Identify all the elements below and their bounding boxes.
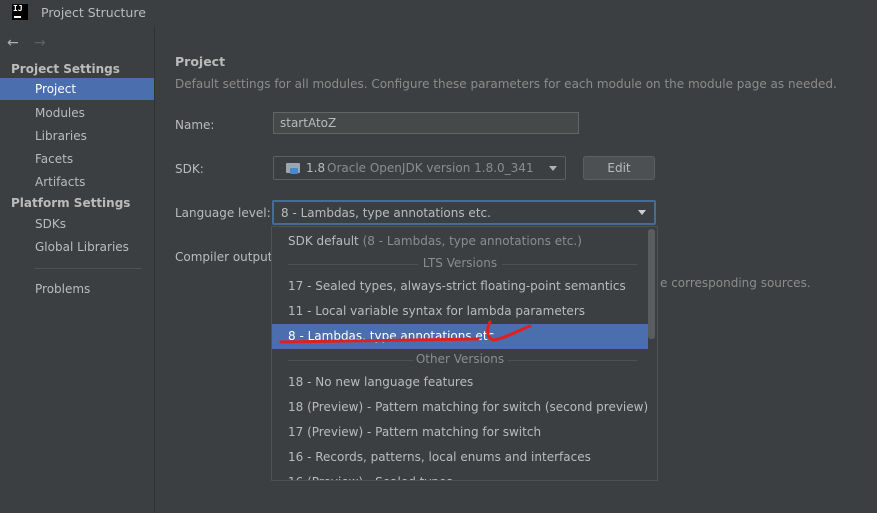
group-platform-settings: Platform Settings: [11, 196, 131, 210]
language-level-dropdown[interactable]: 8 - Lambdas, type annotations etc.: [272, 200, 656, 225]
sidebar-item-facets[interactable]: Facets: [0, 148, 154, 170]
option-17-preview[interactable]: 17 (Preview) - Pattern matching for swit…: [272, 420, 648, 445]
sdk-dropdown[interactable]: 1.8 Oracle OpenJDK version 1.8.0_341: [273, 156, 566, 180]
sidebar-item-sdks[interactable]: SDKs: [0, 213, 154, 235]
language-level-value: 8 - Lambdas, type annotations etc.: [281, 206, 491, 220]
sidebar-item-project[interactable]: Project: [0, 78, 154, 100]
sidebar-item-libraries[interactable]: Libraries: [0, 125, 154, 147]
option-16-preview[interactable]: 16 (Preview) - Sealed types: [272, 470, 648, 480]
popup-scrollbar[interactable]: [648, 229, 655, 339]
page-title: Project: [175, 54, 226, 69]
option-label: SDK default: [288, 234, 359, 248]
sdk-name: Oracle OpenJDK version 1.8.0_341: [327, 161, 534, 175]
project-name-input[interactable]: startAtoZ: [273, 112, 579, 134]
chevron-down-icon: [638, 210, 646, 215]
compiler-output-hint: e corresponding sources.: [660, 276, 811, 290]
title-bar: IJ Project Structure: [0, 0, 877, 26]
group-project-settings: Project Settings: [11, 62, 120, 76]
sdk-folder-icon: [286, 163, 300, 174]
option-18[interactable]: 18 - No new language features: [272, 370, 648, 395]
chevron-down-icon: [549, 166, 557, 171]
sdk-version: 1.8: [306, 161, 326, 175]
other-versions-separator: Other Versions: [272, 350, 648, 370]
language-level-label: Language level:: [175, 206, 271, 220]
name-label: Name:: [175, 118, 215, 132]
intellij-logo-icon: IJ: [12, 4, 28, 20]
option-18-preview[interactable]: 18 (Preview) - Pattern matching for swit…: [272, 395, 648, 420]
sidebar-item-problems[interactable]: Problems: [0, 278, 154, 300]
option-lts-17[interactable]: 17 - Sealed types, always-strict floatin…: [272, 274, 648, 299]
sidebar: ← → Project Settings Project Modules Lib…: [0, 26, 155, 513]
compiler-output-label: Compiler output:: [175, 250, 277, 264]
lts-versions-separator: LTS Versions: [272, 254, 648, 274]
lts-versions-header: LTS Versions: [422, 256, 498, 270]
language-level-popup: SDK default (8 - Lambdas, type annotatio…: [271, 226, 658, 481]
option-sdk-default[interactable]: SDK default (8 - Lambdas, type annotatio…: [272, 229, 648, 254]
sdk-label: SDK:: [175, 162, 204, 176]
option-lts-11[interactable]: 11 - Local variable syntax for lambda pa…: [272, 299, 648, 324]
sidebar-item-global-libraries[interactable]: Global Libraries: [0, 236, 154, 258]
sidebar-item-artifacts[interactable]: Artifacts: [0, 171, 154, 193]
option-detail: (8 - Lambdas, type annotations etc.): [362, 234, 582, 248]
forward-arrow-icon[interactable]: →: [34, 35, 46, 51]
sidebar-divider: [35, 268, 142, 269]
logo-text: IJ: [13, 4, 23, 13]
other-versions-header: Other Versions: [415, 352, 505, 366]
option-lts-8[interactable]: 8 - Lambdas, type annotations etc.: [272, 324, 648, 349]
sidebar-item-modules[interactable]: Modules: [0, 102, 154, 124]
back-arrow-icon[interactable]: ←: [7, 35, 19, 51]
option-16[interactable]: 16 - Records, patterns, local enums and …: [272, 445, 648, 470]
page-description: Default settings for all modules. Config…: [175, 77, 837, 91]
window-title: Project Structure: [41, 5, 146, 20]
edit-button[interactable]: Edit: [583, 156, 655, 180]
